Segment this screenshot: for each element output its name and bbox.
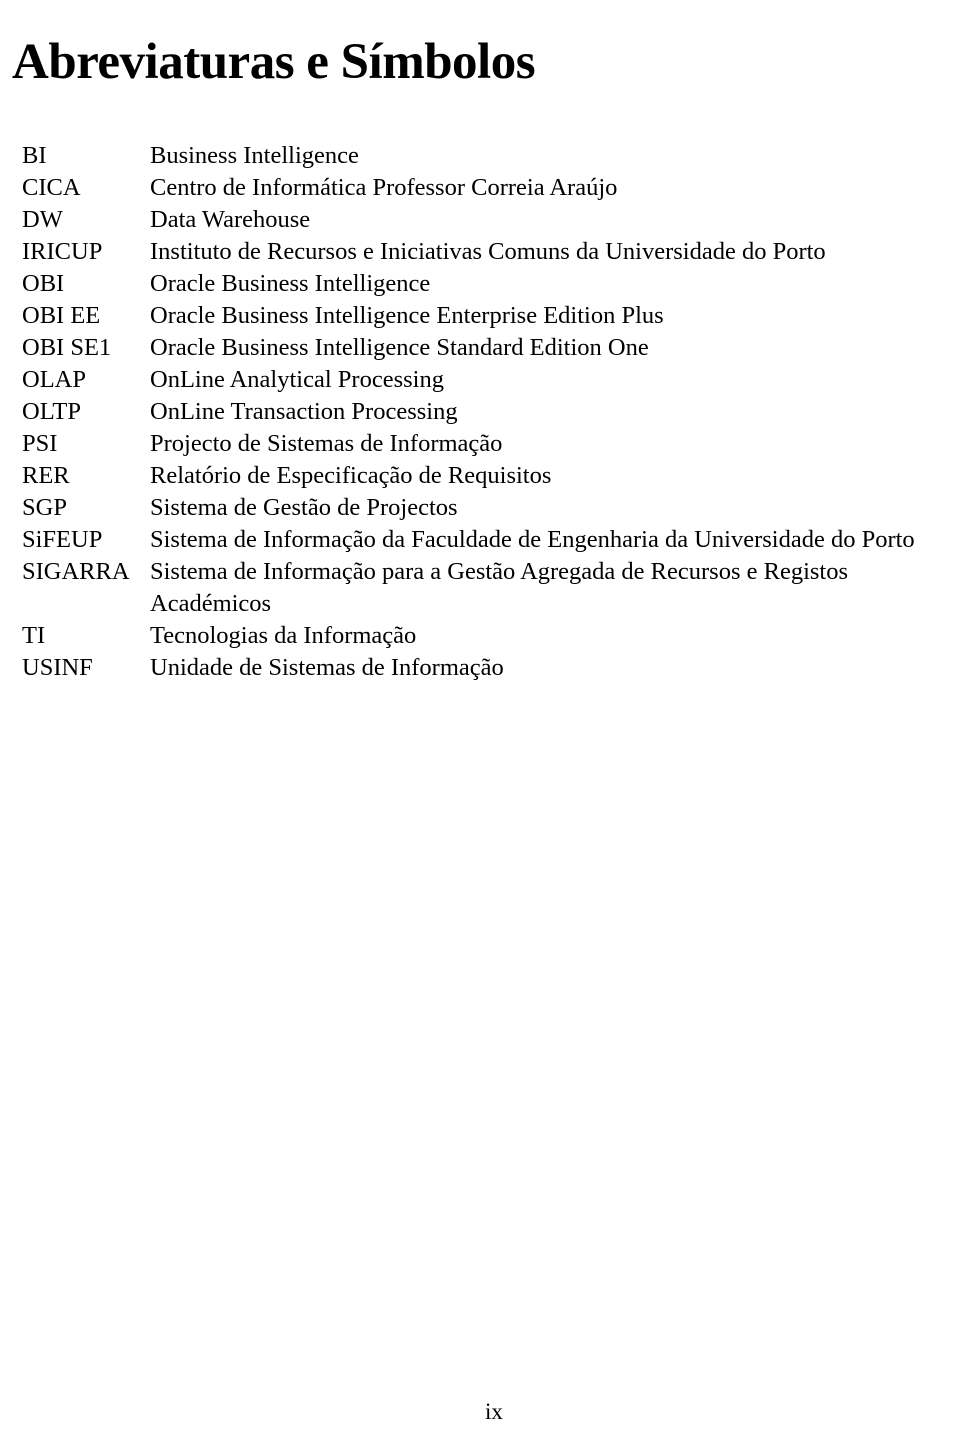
abbreviation-term: RER [22,462,70,489]
abbreviation-definition: Centro de Informática Professor Correia … [150,174,618,201]
page-title: Abreviaturas e Símbolos [12,34,536,91]
abbreviation-row: OLAP OnLine Analytical Processing [0,364,960,396]
abbreviation-term: CICA [22,174,81,201]
abbreviation-row: OBI SE1 Oracle Business Intelligence Stan… [0,332,960,364]
abbreviation-term: TI [22,622,46,649]
abbreviation-row: DW Data Warehouse [0,204,960,236]
abbreviation-row: SGP Sistema de Gestão de Projectos [0,492,960,524]
abbreviation-term: OLAP [22,366,86,393]
abbreviation-row: CICA Centro de Informática Professor Corr… [0,172,960,204]
page-number: ix [485,1399,503,1424]
abbreviation-definition: Unidade de Sistemas de Informação [150,654,504,681]
abbreviation-definition: Sistema de Informação para a Gestão Agre… [150,558,849,617]
abbreviation-row: USINF Unidade de Sistemas de Informação [0,652,960,684]
abbreviation-definition: Relatório de Especificação de Requisitos [150,462,552,489]
abbreviation-term: OBI SE1 [22,334,112,361]
abbreviation-term: OBI EE [22,302,101,329]
abbreviation-term: DW [22,206,63,233]
abbreviation-definition: Projecto de Sistemas de Informação [150,430,503,457]
abbreviation-row: IRICUP Instituto de Recursos e Iniciativa… [0,236,960,268]
abbreviation-definition: Oracle Business Intelligence [150,270,431,297]
document-page: Abreviaturas e Símbolos BI Business Intel… [0,0,960,1438]
abbreviation-row: PSI Projecto de Sistemas de Informação [0,428,960,460]
abbreviation-row: TI Tecnologias da Informação [0,620,960,652]
abbreviation-definition: Sistema de Informação da Faculdade de En… [150,526,915,553]
abbreviation-term: IRICUP [22,238,103,265]
abbreviation-definition: Tecnologias da Informação [150,622,417,649]
abbreviations-list: BI Business Intelligence CICA Centro de Inf… [0,140,960,684]
abbreviation-term: SGP [22,494,67,521]
abbreviation-row: RER Relatório de Especificação de Requisi… [0,460,960,492]
abbreviation-row: BI Business Intelligence [0,140,960,172]
abbreviation-definition: OnLine Analytical Processing [150,366,444,393]
abbreviation-definition: Oracle Business Intelligence Enterprise … [150,302,664,329]
abbreviation-definition: Sistema de Gestão de Projectos [150,494,458,521]
abbreviation-row: SiFEUP Sistema de Informação da Faculdade… [0,524,960,556]
abbreviation-term: USINF [22,654,93,681]
abbreviation-row: OBI EE Oracle Business Intelligence Enter… [0,300,960,332]
abbreviation-term: BI [22,142,47,169]
abbreviation-term: OLTP [22,398,82,425]
abbreviation-definition: Instituto de Recursos e Iniciativas Comu… [150,238,826,265]
abbreviation-row: SIGARRA Sistema de Informação para a Gest… [0,556,960,620]
abbreviation-row: OBI Oracle Business Intelligence [0,268,960,300]
abbreviation-row: OLTP OnLine Transaction Processing [0,396,960,428]
abbreviation-definition: Data Warehouse [150,206,311,233]
abbreviation-term: SiFEUP [22,526,103,553]
abbreviation-term: SIGARRA [22,558,130,585]
abbreviation-term: PSI [22,430,58,457]
abbreviation-definition: Business Intelligence [150,142,359,169]
abbreviation-definition: Oracle Business Intelligence Standard Ed… [150,334,649,361]
abbreviation-term: OBI [22,270,65,297]
abbreviation-definition: OnLine Transaction Processing [150,398,458,425]
